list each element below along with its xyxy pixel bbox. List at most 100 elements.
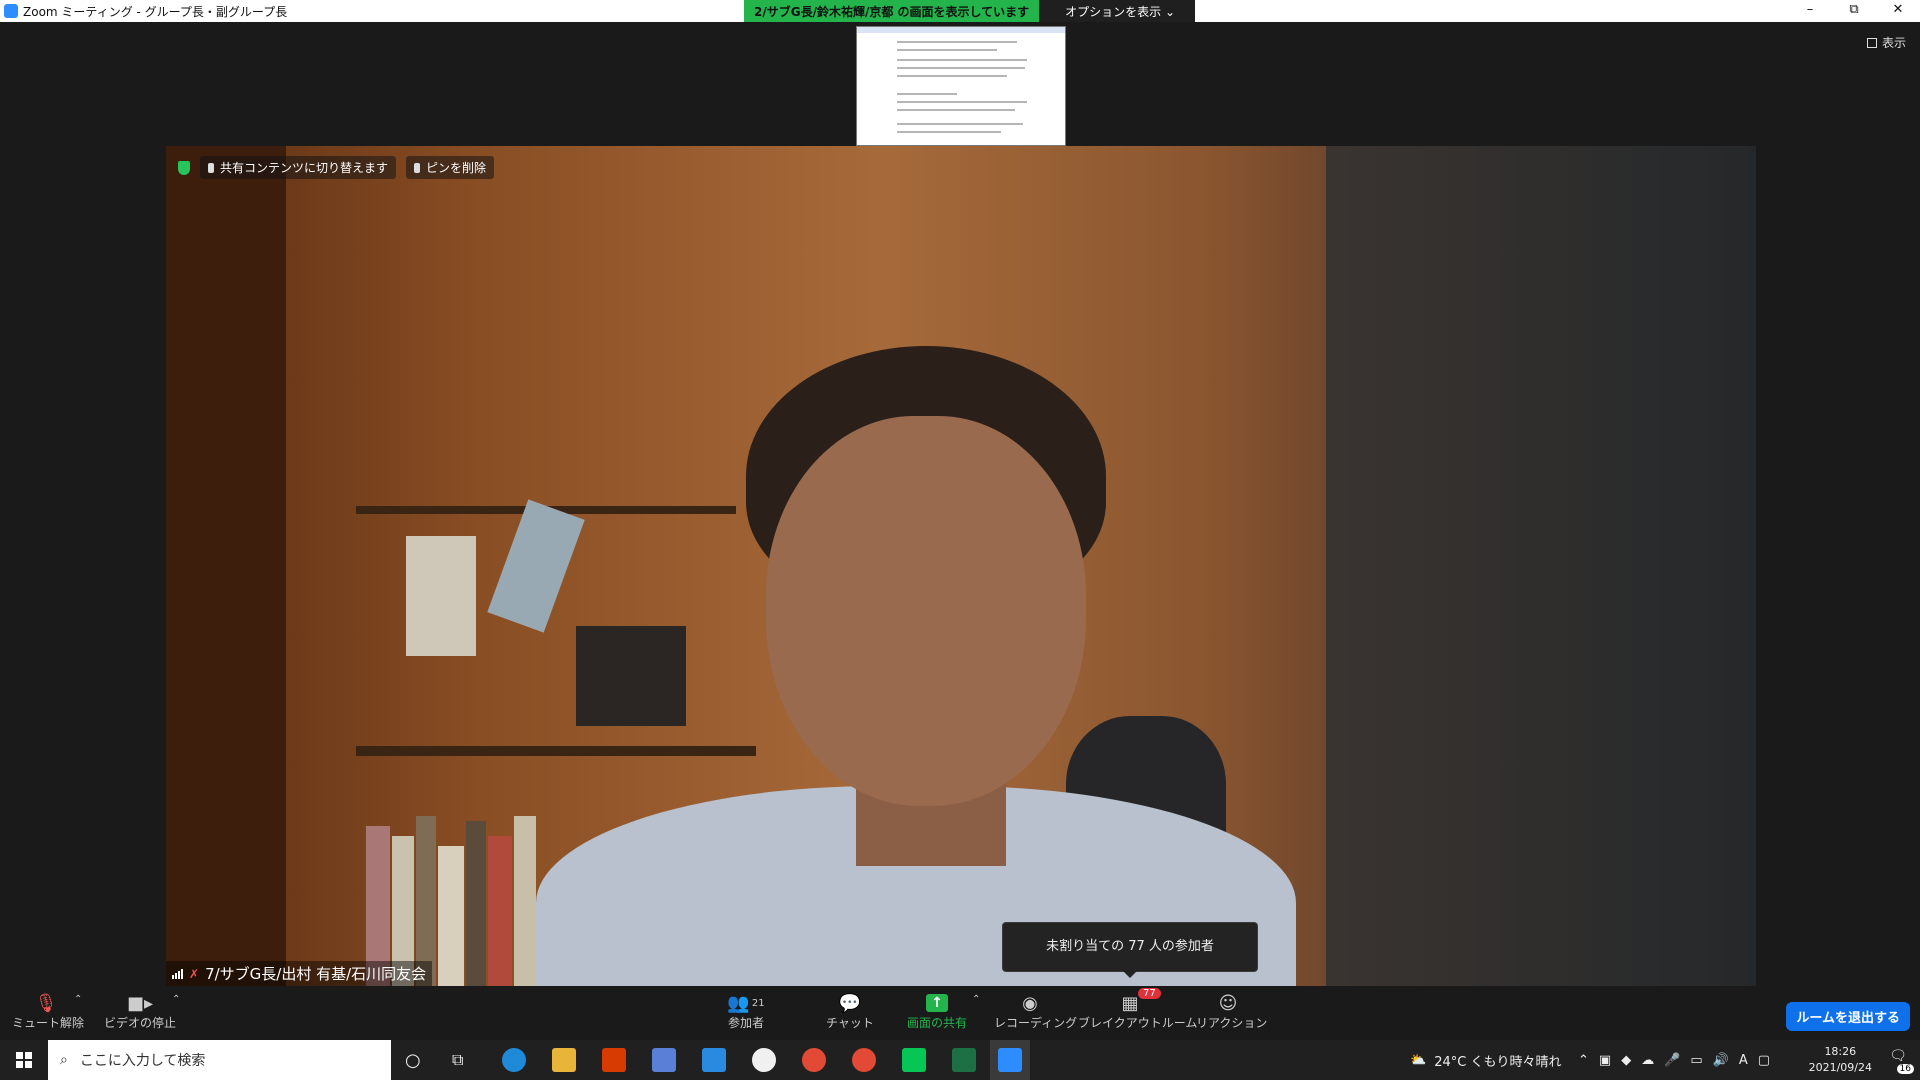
dropbox-icon[interactable]: ◆ [1621, 1053, 1631, 1068]
participant-name: 7/サブG長/出村 有基/石川同友会 [205, 965, 427, 983]
excel-icon[interactable] [952, 1048, 976, 1072]
view-button[interactable]: 表示 [1866, 34, 1906, 51]
window-title: Zoom ミーティング - グループ長・副グループ長 [23, 5, 288, 19]
task-view-icon[interactable]: ⧉ [452, 1040, 463, 1080]
taskbar-clock[interactable]: 18:26 2021/09/24 [1809, 1044, 1872, 1076]
share-banner: 2/サブG長/鈴木祐輝/京都 の画面を表示しています オプションを表示 ⌄ [744, 0, 1196, 22]
reactions-button[interactable]: ☺ リアクション [1196, 992, 1268, 1031]
thumbnail-text-line [897, 93, 957, 95]
chat-label: チャット [826, 1016, 874, 1030]
audio-options-caret[interactable]: ⌃ [74, 994, 82, 1005]
system-tray: ⌃ ▣ ◆ ☁ 🎤 ▭ 🔊 A ▢ [1578, 1040, 1770, 1080]
search-icon: ⌕ [60, 1052, 68, 1068]
mic-muted-icon: 🎙 [34, 992, 58, 1014]
chrome-icon[interactable] [802, 1048, 826, 1072]
view-button-label: 表示 [1881, 36, 1906, 50]
doorway [1326, 146, 1756, 986]
smiley-icon: ☺ [1218, 992, 1238, 1014]
slack-icon[interactable] [752, 1048, 776, 1072]
view-options-label: オプションを表示 [1065, 5, 1162, 19]
shared-screen-thumbnail[interactable] [856, 26, 1066, 146]
meeting-stage: 表示 共有コンテンツに切り替えます ピンを削除 ✗ 7/サブG長/出村 有基/石… [0, 22, 1920, 986]
grid-icon [1866, 37, 1877, 48]
mic-muted-icon: ✗ [189, 966, 200, 981]
stop-video-button[interactable]: ■▸ ビデオの停止 [102, 992, 178, 1031]
search-placeholder: ここに入力して検索 [79, 1053, 206, 1069]
share-options-caret[interactable]: ⌃ [972, 994, 980, 1005]
title-bar: Zoom ミーティング - グループ長・副グループ長 2/サブG長/鈴木祐輝/京… [0, 0, 1920, 22]
chat-button[interactable]: 💬 チャット [820, 992, 880, 1031]
stop-video-label: ビデオの停止 [103, 1016, 176, 1030]
video-options-caret[interactable]: ⌃ [172, 994, 180, 1005]
chevron-up-icon[interactable]: ⌃ [1578, 1053, 1589, 1068]
store-icon[interactable] [652, 1048, 676, 1072]
participants-icon-wrap: 👥 21 [720, 992, 772, 1014]
thumbnail-text-line [897, 49, 997, 51]
thumbnail-text-line [897, 123, 1023, 125]
chat-icon: 💬 [838, 992, 862, 1014]
wall-shadow [166, 146, 286, 986]
recording-button[interactable]: ◉ レコーディング [994, 992, 1078, 1031]
weather-text: 24°C くもり時々晴れ [1434, 1054, 1562, 1070]
weather-widget[interactable]: ⛅ 24°C くもり時々晴れ [1410, 1040, 1561, 1080]
participants-count: 21 [751, 997, 765, 1009]
reactions-label: リアクション [1196, 1016, 1268, 1030]
edge-icon[interactable] [502, 1048, 526, 1072]
chevron-down-icon: ⌄ [1165, 5, 1176, 19]
breakout-badge: 77 [1138, 988, 1161, 999]
microphone-icon[interactable]: 🎤 [1664, 1053, 1680, 1068]
participants-button[interactable]: 👥 21 参加者 [720, 992, 772, 1031]
tray-app-icon[interactable]: ▣ [1599, 1053, 1611, 1068]
breakout-rooms-icon: ▦ [1121, 992, 1139, 1014]
close-button[interactable]: ✕ [1876, 0, 1920, 22]
switch-to-shared-content-button[interactable]: 共有コンテンツに切り替えます [200, 156, 397, 179]
thumbnail-text-line [897, 67, 1025, 69]
clock-time: 18:26 [1824, 1045, 1857, 1058]
notification-count: 16 [1896, 1064, 1914, 1074]
ime-indicator[interactable]: A [1739, 1053, 1748, 1068]
windows-taskbar: ⌕ ここに入力して検索 ○ ⧉ ⛅ 24°C くもり時々晴れ ⌃ ▣ ◆ ☁ 🎤… [0, 1040, 1920, 1080]
taskbar-search-box[interactable]: ⌕ ここに入力して検索 [48, 1040, 391, 1080]
mail-icon[interactable] [702, 1048, 726, 1072]
thumbnail-text-line [897, 41, 1017, 43]
view-options-button[interactable]: オプションを表示 ⌄ [1039, 0, 1196, 22]
cortana-icon[interactable]: ○ [405, 1040, 421, 1080]
unmute-button[interactable]: 🎙 ミュート解除 [12, 992, 84, 1031]
share-screen-icon: ↑ [926, 994, 948, 1012]
restore-button[interactable]: ⧉ [1832, 0, 1876, 22]
file-explorer-icon[interactable] [552, 1048, 576, 1072]
office-icon[interactable] [602, 1048, 626, 1072]
breakout-icon-wrap: ▦ 77 [1078, 988, 1182, 1014]
participants-icon: 👥 [727, 992, 750, 1014]
video-camera-icon: ■▸ [126, 992, 154, 1014]
recording-label: レコーディング [994, 1016, 1078, 1030]
shelf [356, 746, 756, 756]
record-icon: ◉ [1022, 992, 1038, 1014]
input-mode-icon[interactable]: ▢ [1758, 1053, 1770, 1068]
share-screen-icon-wrap: ↑ [902, 992, 972, 1014]
windows-logo-icon [16, 1052, 32, 1068]
onedrive-icon[interactable]: ☁ [1641, 1053, 1654, 1068]
start-button[interactable] [0, 1040, 48, 1080]
network-icon[interactable]: ▭ [1690, 1053, 1702, 1068]
thumbnail-toolbar [857, 27, 1065, 33]
breakout-rooms-button[interactable]: ▦ 77 ブレイクアウトルーム [1078, 988, 1197, 1031]
zoom-icon[interactable] [998, 1048, 1022, 1072]
minimize-button[interactable]: – [1788, 0, 1832, 22]
box-on-shelf [406, 536, 476, 656]
thumbnail-text-line [897, 59, 1027, 61]
person-face [766, 416, 1086, 806]
chrome-profile-icon[interactable] [852, 1048, 876, 1072]
volume-icon[interactable]: 🔊 [1713, 1053, 1729, 1068]
line-icon[interactable] [902, 1048, 926, 1072]
notification-center-button[interactable]: 🗨 16 [1884, 1048, 1914, 1074]
pin-icon [414, 162, 421, 173]
notification-icon: 🗨 [1889, 1048, 1907, 1064]
leave-room-button[interactable]: ルームを退出する [1786, 1002, 1910, 1031]
meeting-toolbar: 🎙 ミュート解除 ⌃ ■▸ ビデオの停止 ⌃ 👥 21 参加者 💬 チャット ↑… [0, 986, 1920, 1040]
thumbnail-text-line [897, 101, 1027, 103]
book-spine [488, 836, 512, 986]
remove-pin-button[interactable]: ピンを削除 [406, 156, 495, 179]
share-screen-button[interactable]: ↑ 画面の共有 [902, 992, 972, 1031]
bag-on-shelf [576, 626, 686, 726]
